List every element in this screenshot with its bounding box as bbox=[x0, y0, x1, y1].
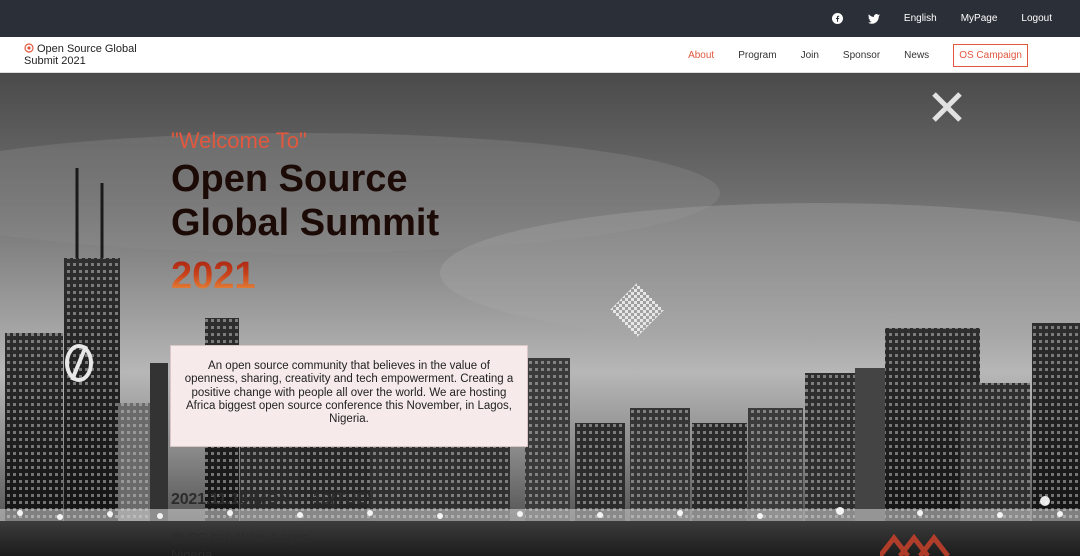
chevron-pattern-icon bbox=[880, 533, 950, 556]
top-bar: English MyPage Logout bbox=[0, 0, 1080, 37]
nav-join[interactable]: Join bbox=[801, 50, 819, 61]
language-link[interactable]: English bbox=[904, 13, 937, 24]
nav-sponsor[interactable]: Sponsor bbox=[843, 50, 880, 61]
primary-nav: About Program Join Sponsor News OS Campa… bbox=[664, 37, 1028, 73]
welcome-text: "Welcome To" bbox=[171, 128, 307, 153]
logo-text: Open Source Global Submit 2021 bbox=[24, 43, 137, 67]
main-navbar: Open Source Global Submit 2021 About Pro… bbox=[0, 37, 1080, 73]
facebook-icon[interactable] bbox=[832, 13, 844, 25]
nav-news[interactable]: News bbox=[904, 50, 929, 61]
hero-year: 2021 bbox=[171, 255, 256, 297]
nav-program[interactable]: Program bbox=[738, 50, 776, 61]
zero-slash-icon bbox=[65, 344, 93, 382]
hero-title-line1: Open Source bbox=[171, 158, 408, 200]
event-venue: @ CC-hub Yaba, Lagos, Nigeria bbox=[171, 530, 312, 556]
x-shape-icon bbox=[932, 92, 962, 122]
diamond-pattern-icon bbox=[610, 283, 664, 337]
hero-section: "Welcome To" Open Source Global Summit 2… bbox=[0, 73, 1080, 556]
hero-title: Open Source Global Summit bbox=[171, 157, 501, 245]
hero-title-line2: Global Summit bbox=[171, 202, 440, 244]
twitter-icon[interactable] bbox=[867, 13, 880, 25]
event-date: 2021.11.15(MON) ~ 16(TUE) bbox=[171, 491, 372, 508]
city-skyline-image bbox=[0, 133, 1080, 556]
logout-link[interactable]: Logout bbox=[1021, 13, 1052, 24]
nav-about[interactable]: About bbox=[688, 50, 714, 61]
summit-description: An open source community that believes i… bbox=[170, 345, 528, 447]
os-campaign-button[interactable]: OS Campaign bbox=[953, 43, 1028, 67]
logo-icon bbox=[24, 43, 34, 53]
site-logo[interactable]: Open Source Global Submit 2021 bbox=[24, 43, 154, 67]
mypage-link[interactable]: MyPage bbox=[961, 13, 998, 24]
